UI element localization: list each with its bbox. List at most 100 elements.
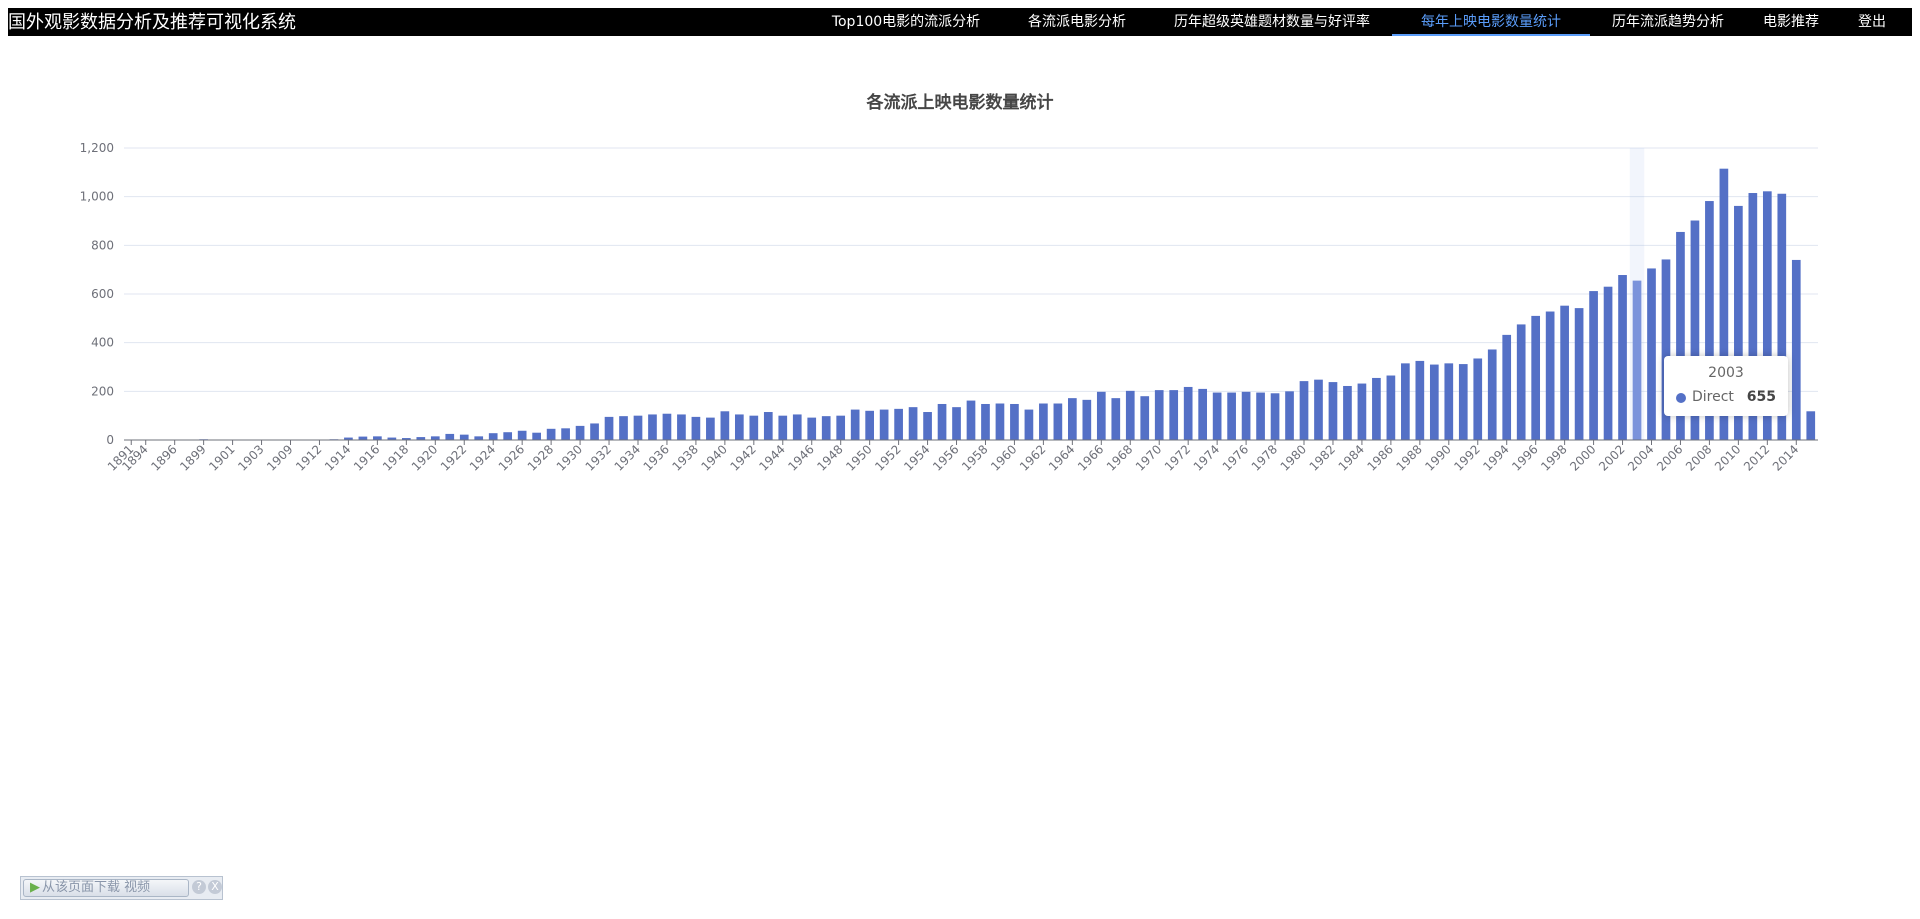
bar[interactable] — [1183, 386, 1193, 440]
bar[interactable] — [923, 412, 932, 440]
bar[interactable] — [1212, 392, 1222, 440]
x-tick-label: 1952 — [872, 442, 903, 473]
bar[interactable] — [1401, 363, 1410, 440]
bar[interactable] — [1096, 391, 1106, 440]
bar[interactable] — [1429, 364, 1439, 440]
bar[interactable] — [1806, 411, 1816, 440]
bar[interactable] — [1299, 381, 1309, 440]
bar[interactable] — [1647, 268, 1656, 440]
bar[interactable] — [821, 416, 831, 440]
bar[interactable] — [373, 436, 382, 440]
bar[interactable] — [1111, 398, 1121, 440]
bar[interactable] — [1560, 305, 1569, 440]
bar[interactable] — [763, 412, 773, 440]
bar[interactable] — [1198, 388, 1208, 440]
bar[interactable] — [648, 414, 657, 440]
bar[interactable] — [1458, 364, 1468, 440]
bar[interactable] — [474, 436, 484, 440]
bar[interactable] — [952, 407, 961, 440]
bar[interactable] — [1082, 399, 1092, 440]
chart-bars[interactable] — [126, 168, 1816, 441]
bar[interactable] — [792, 414, 802, 440]
bar[interactable] — [734, 414, 744, 440]
bar[interactable] — [561, 428, 570, 440]
bar[interactable] — [459, 434, 469, 440]
x-tick-label: 2000 — [1567, 442, 1598, 473]
bar[interactable] — [1372, 377, 1381, 440]
bar[interactable] — [445, 433, 455, 440]
bar[interactable] — [430, 436, 440, 440]
bar[interactable] — [1357, 383, 1367, 440]
x-tick-label: 1960 — [988, 442, 1019, 473]
bar[interactable] — [706, 417, 715, 440]
bar[interactable] — [1791, 259, 1801, 440]
bar[interactable] — [1125, 390, 1135, 440]
bar[interactable] — [720, 411, 730, 440]
bar[interactable] — [1574, 308, 1584, 440]
bar[interactable] — [1285, 391, 1294, 440]
x-tick-label: 2004 — [1625, 442, 1656, 473]
bar[interactable] — [1502, 334, 1512, 440]
bar[interactable] — [1053, 403, 1063, 441]
bar[interactable] — [619, 416, 628, 440]
bar[interactable] — [1140, 396, 1150, 440]
bar[interactable] — [1386, 375, 1396, 440]
bar[interactable] — [590, 423, 599, 440]
bar[interactable] — [1314, 379, 1323, 440]
bar[interactable] — [1473, 358, 1483, 440]
bar[interactable] — [1487, 349, 1497, 440]
close-icon[interactable]: X — [208, 880, 222, 894]
bar[interactable] — [981, 403, 990, 440]
bar[interactable] — [865, 410, 874, 440]
bar[interactable] — [1039, 403, 1048, 441]
bar[interactable] — [677, 414, 686, 440]
bar[interactable] — [358, 436, 368, 440]
bar[interactable] — [488, 433, 498, 440]
bar[interactable] — [517, 430, 527, 440]
bar[interactable] — [1343, 385, 1352, 440]
bar[interactable] — [532, 432, 541, 440]
bar[interactable] — [1545, 311, 1555, 440]
bar[interactable] — [1444, 363, 1454, 440]
bar[interactable] — [1415, 360, 1425, 440]
bar[interactable] — [1169, 390, 1179, 440]
bar[interactable] — [1256, 392, 1265, 440]
bar[interactable] — [1516, 324, 1526, 440]
bar[interactable] — [575, 425, 585, 440]
bar[interactable] — [604, 416, 614, 440]
bar[interactable] — [807, 417, 817, 440]
bar[interactable] — [1603, 286, 1613, 440]
bar[interactable] — [546, 428, 556, 440]
x-tick-label: 1918 — [380, 442, 411, 473]
bar[interactable] — [503, 432, 513, 440]
tooltip-series-name: Direct — [1692, 389, 1734, 405]
bar[interactable] — [749, 415, 759, 440]
bar[interactable] — [1270, 393, 1280, 440]
bar[interactable] — [1632, 280, 1642, 440]
bar[interactable] — [1589, 291, 1598, 440]
bar[interactable] — [1227, 392, 1236, 440]
bar[interactable] — [966, 400, 976, 440]
bar[interactable] — [850, 409, 860, 440]
bar[interactable] — [1618, 275, 1627, 440]
bar[interactable] — [691, 416, 701, 440]
bar[interactable] — [662, 413, 672, 440]
help-icon[interactable]: ? — [192, 880, 206, 894]
bar[interactable] — [1010, 403, 1019, 440]
bar[interactable] — [633, 415, 643, 440]
bar[interactable] — [995, 403, 1005, 441]
bar[interactable] — [1328, 382, 1338, 440]
bar[interactable] — [778, 415, 788, 440]
bar[interactable] — [836, 415, 846, 440]
y-tick-label: 0 — [106, 433, 114, 447]
bar[interactable] — [1531, 315, 1541, 440]
bar[interactable] — [1241, 391, 1251, 440]
bar[interactable] — [894, 408, 903, 440]
bar[interactable] — [1154, 390, 1164, 440]
bar[interactable] — [1068, 398, 1077, 440]
bar[interactable] — [1024, 409, 1034, 440]
bar[interactable] — [879, 409, 889, 440]
bar[interactable] — [908, 407, 918, 440]
bar[interactable] — [937, 403, 947, 440]
download-video-button[interactable]: ▶ 从该页面下载 视频 — [23, 879, 189, 897]
